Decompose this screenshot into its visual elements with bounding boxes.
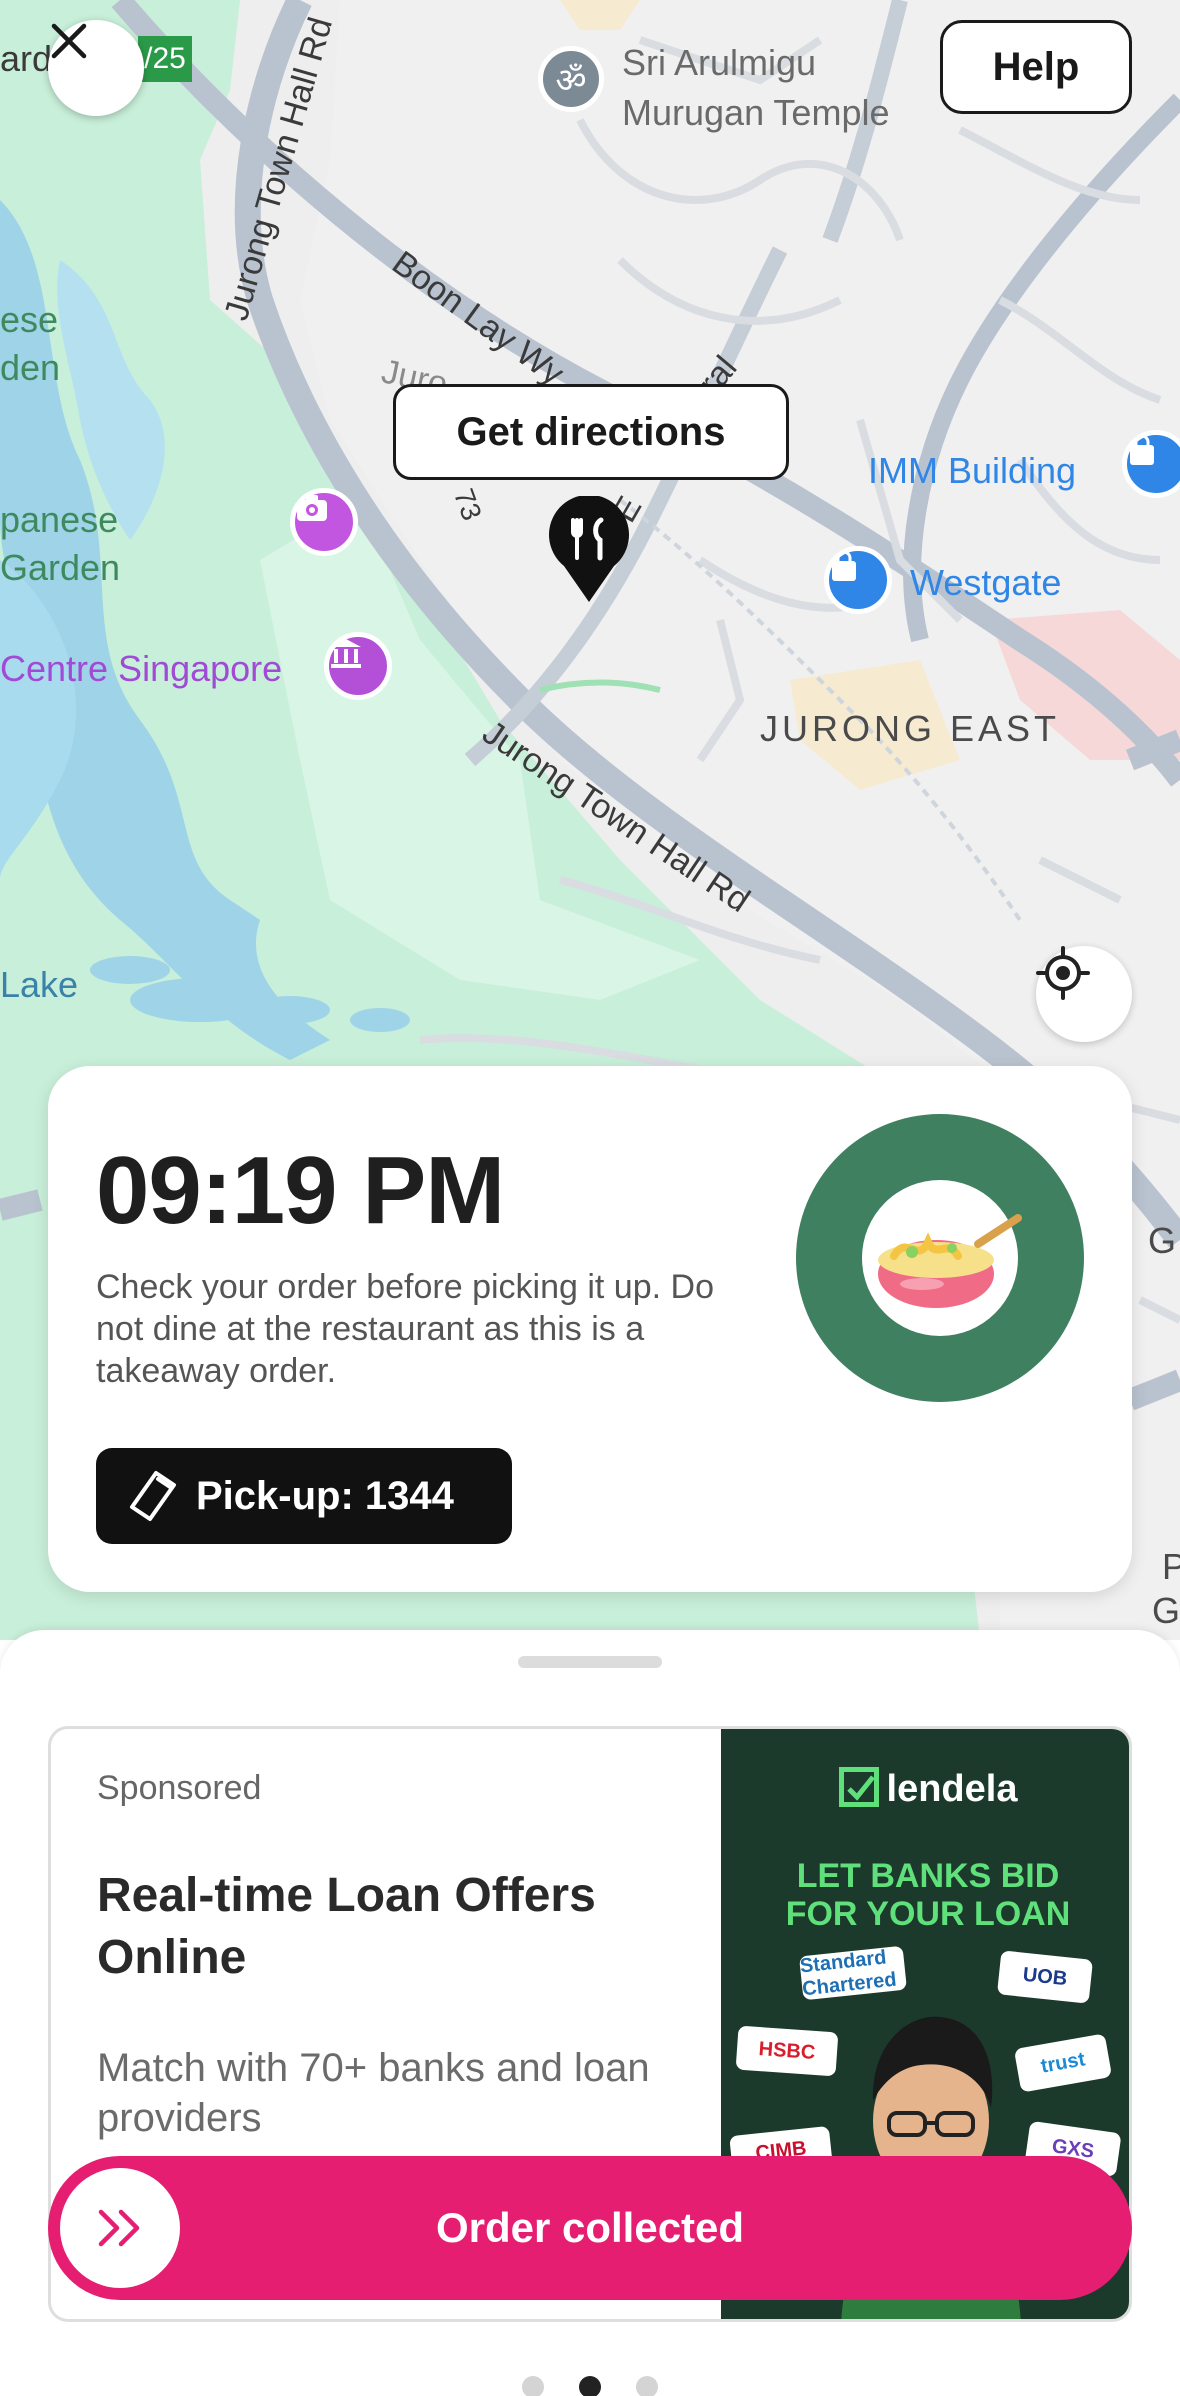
bank-logo-hsbc: HSBC bbox=[735, 2025, 839, 2077]
pickup-number-badge: Pick-up: 1344 bbox=[96, 1448, 512, 1544]
ad-headline: LET BANKS BID FOR YOUR LOAN bbox=[785, 1857, 1071, 1933]
tag-icon bbox=[130, 1471, 176, 1521]
order-collected-slider[interactable]: Order collected bbox=[48, 2156, 1132, 2300]
map-label-imm-building: IMM Building bbox=[868, 450, 1077, 491]
carousel-dot[interactable] bbox=[522, 2376, 544, 2396]
order-note: Check your order before picking it up. D… bbox=[96, 1268, 714, 1390]
museum-icon[interactable] bbox=[324, 632, 392, 700]
map-label-temple: Sri Arulmigu Murugan Temple bbox=[622, 42, 890, 133]
get-directions-button[interactable]: Get directions bbox=[393, 384, 789, 480]
map-label-japanese-garden: panese Garden bbox=[0, 499, 121, 588]
order-collected-label: Order collected bbox=[435, 2204, 745, 2251]
restaurant-pin-icon[interactable] bbox=[544, 496, 634, 606]
carousel-dots bbox=[522, 2376, 658, 2396]
ad-title: Real-time Loan Offers Online bbox=[97, 1869, 596, 1984]
double-chevron-right-icon bbox=[98, 2209, 140, 2247]
map-label-westgate: Westgate bbox=[910, 562, 1062, 603]
map-label-jurong-east: JURONG EAST bbox=[760, 708, 1061, 749]
lendela-logo: lendela bbox=[721, 1767, 1129, 1811]
map-label-right-edge-g2: G bbox=[1152, 1590, 1180, 1631]
camera-poi-icon[interactable] bbox=[290, 488, 358, 556]
locate-me-button[interactable] bbox=[1036, 946, 1132, 1042]
crosshair-icon bbox=[1036, 946, 1090, 1000]
ad-description: Match with 70+ banks and loan providers bbox=[97, 2046, 650, 2140]
brand-name: lendela bbox=[886, 1768, 1018, 1810]
shopping-bag-icon[interactable] bbox=[824, 546, 892, 614]
close-icon bbox=[51, 23, 87, 59]
close-button[interactable] bbox=[48, 20, 144, 116]
sponsored-label: Sponsored bbox=[97, 1769, 262, 1807]
route-badge: /25 bbox=[138, 36, 192, 82]
map-label-right-edge-g: G bbox=[1148, 1220, 1177, 1261]
help-button[interactable]: Help bbox=[940, 20, 1132, 114]
map-label-centre-singapore: Centre Singapore bbox=[0, 648, 283, 689]
sheet-grabber[interactable] bbox=[518, 1656, 662, 1668]
check-logo-icon bbox=[838, 1767, 879, 1807]
carousel-dot[interactable] bbox=[636, 2376, 658, 2396]
app-screen: /25 arde Sri Arulmigu Murugan Temple ese… bbox=[0, 0, 1180, 2396]
carousel-dot-active[interactable] bbox=[579, 2376, 601, 2396]
map-label-lake: Lake bbox=[0, 964, 79, 1005]
order-progress-ring bbox=[796, 1114, 1084, 1402]
pickup-time: 09:19 PM bbox=[96, 1137, 505, 1244]
pickup-number-label: Pick-up: 1344 bbox=[196, 1473, 454, 1518]
map-label-chinese-garden: ese den bbox=[0, 299, 61, 388]
slider-knob[interactable] bbox=[60, 2168, 180, 2288]
map-label-right-edge-p: P bbox=[1162, 1546, 1180, 1587]
temple-icon[interactable]: ॐ bbox=[538, 46, 604, 112]
order-status-card: 09:19 PM Check your order before picking… bbox=[48, 1066, 1132, 1592]
